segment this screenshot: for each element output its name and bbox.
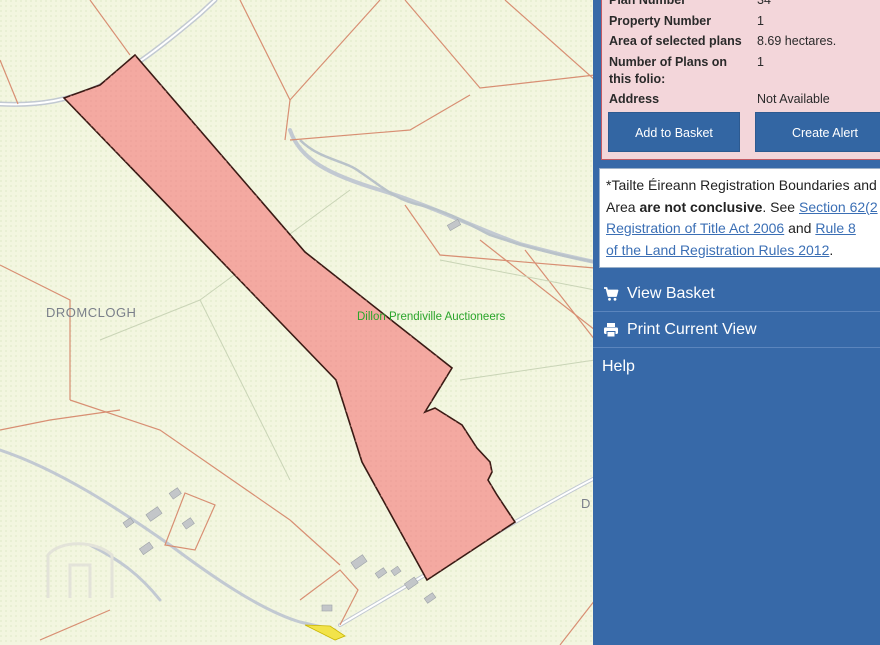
info-value: 34	[757, 0, 771, 7]
print-icon	[604, 323, 618, 338]
help-label: Help	[602, 358, 635, 375]
add-to-basket-button[interactable]: Add to Basket	[608, 112, 740, 152]
rule-8-link[interactable]: Rule 8	[815, 220, 855, 236]
map-canvas[interactable]	[0, 0, 595, 645]
registration-notice: *Tailte Éireann Registration Boundaries …	[599, 168, 880, 268]
print-current-view-label: Print Current View	[627, 321, 757, 338]
create-alert-button[interactable]: Create Alert	[755, 112, 880, 152]
land-registration-rules-link[interactable]: of the Land Registration Rules 2012	[606, 242, 829, 258]
info-key: Address	[609, 92, 660, 106]
info-key: Property Number	[609, 14, 712, 28]
side-panel: Plan Number 34 Property Number 1 Area of…	[593, 0, 880, 645]
notice-line-3: Registration of Title Act 2006 and Rule …	[606, 220, 856, 236]
info-value: 1	[757, 14, 764, 28]
info-key: Plan Number	[609, 0, 687, 7]
plan-info-box: Plan Number 34 Property Number 1 Area of…	[601, 0, 880, 160]
help-button[interactable]: Help	[593, 348, 880, 385]
info-value: Not Available	[757, 92, 830, 106]
notice-line-4: of the Land Registration Rules 2012.	[606, 241, 834, 258]
info-key: Area of selected plans	[609, 34, 742, 48]
notice-line-2: Area are not conclusive. See Section 62(…	[606, 198, 878, 215]
info-key: Number of Plans on this folio:	[609, 55, 728, 86]
info-value: 8.69 hectares.	[757, 34, 837, 48]
print-current-view-button[interactable]: Print Current View	[593, 311, 880, 348]
auctioneer-marker-label[interactable]: Dillon Prendiville Auctioneers	[357, 311, 505, 323]
view-basket-label: View Basket	[627, 285, 715, 302]
view-basket-button[interactable]: View Basket	[593, 275, 880, 312]
map-view[interactable]: DROMCLOGH Dillon Prendiville Auctioneers…	[0, 0, 595, 645]
cart-icon	[604, 287, 619, 301]
edge-townland-label: D	[581, 496, 591, 511]
notice-line-1: *Tailte Éireann Registration Boundaries …	[606, 177, 880, 193]
info-value: 1	[757, 55, 764, 69]
registration-of-title-act-link[interactable]: Registration of Title Act 2006	[606, 220, 784, 236]
section-62-link[interactable]: Section 62(2	[799, 199, 878, 215]
townland-label: DROMCLOGH	[46, 305, 137, 320]
building	[321, 604, 333, 612]
